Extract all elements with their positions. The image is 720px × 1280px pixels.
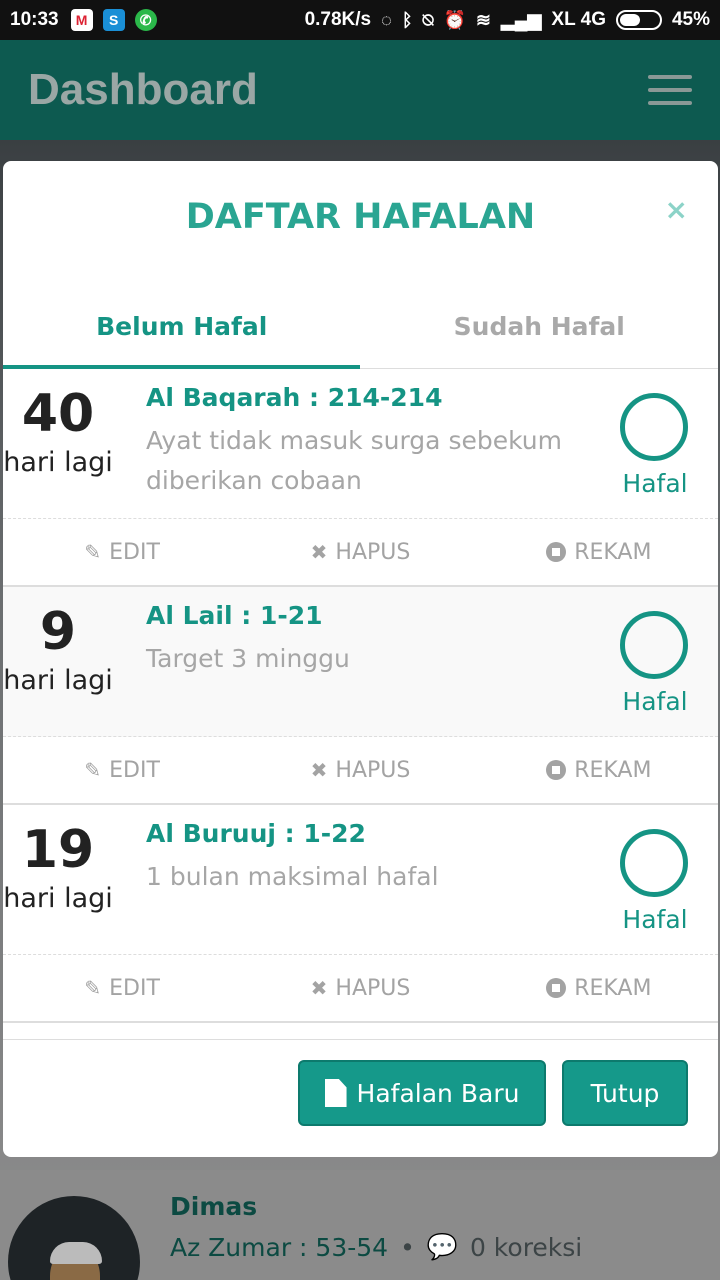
edit-button[interactable]: ✎ EDIT bbox=[3, 540, 241, 565]
list-item: 40 hari lagi Al Baqarah : 214-214 Ayat t… bbox=[3, 369, 718, 587]
surah-range: Al Buruuj : 1-22 bbox=[146, 819, 366, 848]
edit-button[interactable]: ✎ EDIT bbox=[3, 758, 241, 783]
network-speed: 0.78K/s bbox=[304, 9, 372, 30]
hafalan-list: 40 hari lagi Al Baqarah : 214-214 Ayat t… bbox=[3, 369, 718, 1023]
hapus-label: HAPUS bbox=[335, 539, 411, 565]
modal-title: DAFTAR HAFALAN bbox=[185, 197, 536, 237]
skype-icon: S bbox=[102, 9, 125, 31]
list-item-content: 40 hari lagi Al Baqarah : 214-214 Ayat t… bbox=[3, 369, 718, 519]
item-note: 1 bulan maksimal hafal bbox=[146, 862, 439, 891]
avatar bbox=[8, 1196, 140, 1280]
network-type: XL 4G bbox=[551, 9, 606, 30]
battery-level: 45% bbox=[671, 9, 710, 30]
days-label: hari lagi bbox=[3, 447, 113, 479]
edit-label: EDIT bbox=[109, 975, 160, 1001]
edit-icon: ✎ bbox=[84, 976, 102, 1000]
edit-icon: ✎ bbox=[84, 758, 102, 782]
list-item: 19 hari lagi Al Buruuj : 1-22 1 bulan ma… bbox=[3, 805, 718, 1023]
item-actions: ✎ EDIT ✖ HAPUS REKAM bbox=[3, 955, 718, 1021]
profile-subline: Az Zumar : 53-54 • 💬 0 koreksi bbox=[170, 1232, 582, 1262]
days-remaining: 19 hari lagi bbox=[3, 819, 113, 914]
hapus-button[interactable]: ✖ HAPUS bbox=[241, 758, 479, 783]
item-actions: ✎ EDIT ✖ HAPUS REKAM bbox=[3, 519, 718, 585]
new-hafalan-button[interactable]: Hafalan Baru bbox=[298, 1060, 546, 1126]
hafalan-modal: DAFTAR HAFALAN × Belum Hafal Sudah Hafal… bbox=[3, 161, 718, 1157]
rekam-button[interactable]: REKAM bbox=[480, 758, 718, 783]
rekam-button[interactable]: REKAM bbox=[480, 976, 718, 1001]
rekam-button[interactable]: REKAM bbox=[480, 540, 718, 565]
edit-label: EDIT bbox=[109, 757, 160, 783]
modal-footer: Hafalan Baru Tutup bbox=[3, 1039, 718, 1157]
hafal-toggle-circle[interactable] bbox=[620, 611, 688, 679]
hafal-label[interactable]: Hafal bbox=[603, 469, 707, 498]
days-label: hari lagi bbox=[3, 665, 113, 697]
hapus-button[interactable]: ✖ HAPUS bbox=[241, 540, 479, 565]
alarm-icon: ⏰ bbox=[443, 9, 466, 30]
delete-x-icon: ✖ bbox=[310, 758, 328, 782]
profile-row: Dimas Az Zumar : 53-54 • 💬 0 koreksi bbox=[0, 1170, 720, 1280]
page-title: Dashboard bbox=[28, 65, 258, 114]
edit-icon: ✎ bbox=[84, 540, 102, 564]
new-hafalan-label: Hafalan Baru bbox=[356, 1078, 520, 1108]
rekam-label: REKAM bbox=[574, 539, 652, 565]
list-item-content: 9 hari lagi Al Lail : 1-21 Target 3 ming… bbox=[3, 587, 718, 737]
tab-bar: Belum Hafal Sudah Hafal bbox=[3, 283, 718, 369]
hafal-toggle-circle[interactable] bbox=[620, 829, 688, 897]
corrections-count: 0 koreksi bbox=[469, 1232, 583, 1262]
record-stop-icon bbox=[546, 978, 567, 998]
days-label: hari lagi bbox=[3, 883, 113, 915]
file-icon bbox=[324, 1079, 347, 1107]
rekam-label: REKAM bbox=[574, 975, 652, 1001]
tab-belum-hafal[interactable]: Belum Hafal bbox=[3, 283, 361, 369]
surah-range: Al Baqarah : 214-214 bbox=[146, 383, 443, 412]
profile-name: Dimas bbox=[170, 1192, 258, 1221]
delete-x-icon: ✖ bbox=[310, 976, 328, 1000]
edit-label: EDIT bbox=[109, 539, 160, 565]
profile-surah: Az Zumar : 53-54 bbox=[170, 1232, 389, 1262]
status-time: 10:33 bbox=[10, 9, 59, 30]
edit-button[interactable]: ✎ EDIT bbox=[3, 976, 241, 1001]
hamburger-menu-icon[interactable] bbox=[648, 75, 692, 105]
gmail-icon: M bbox=[70, 9, 93, 31]
hafal-toggle-circle[interactable] bbox=[620, 393, 688, 461]
battery-icon bbox=[615, 10, 662, 30]
list-item: 9 hari lagi Al Lail : 1-21 Target 3 ming… bbox=[3, 587, 718, 805]
hafal-label[interactable]: Hafal bbox=[603, 905, 707, 934]
app-bar: Dashboard bbox=[0, 40, 720, 140]
mute-icon: ⍉ bbox=[422, 9, 434, 30]
delete-x-icon: ✖ bbox=[310, 540, 328, 564]
hapus-label: HAPUS bbox=[335, 975, 411, 1001]
record-stop-icon bbox=[546, 542, 567, 562]
surah-range: Al Lail : 1-21 bbox=[146, 601, 323, 630]
item-note: Target 3 minggu bbox=[146, 644, 350, 673]
hapus-label: HAPUS bbox=[335, 757, 411, 783]
signal-icon: ▂▄▆ bbox=[500, 9, 542, 30]
days-count: 9 bbox=[39, 602, 77, 662]
days-remaining: 40 hari lagi bbox=[3, 383, 113, 478]
whatsapp-icon: ✆ bbox=[134, 9, 157, 31]
status-bar: 10:33 M S ✆ 0.78K/s ◌ ᛒ ⍉ ⏰ ≋ ▂▄▆ XL 4G … bbox=[0, 0, 720, 40]
tab-sudah-hafal[interactable]: Sudah Hafal bbox=[361, 283, 719, 369]
days-remaining: 9 hari lagi bbox=[3, 601, 113, 696]
item-note: Ayat tidak masuk surga sebekum diberikan… bbox=[146, 426, 563, 495]
record-stop-icon bbox=[546, 760, 567, 780]
list-item-content: 19 hari lagi Al Buruuj : 1-22 1 bulan ma… bbox=[3, 805, 718, 955]
rekam-label: REKAM bbox=[574, 757, 652, 783]
days-count: 19 bbox=[21, 820, 95, 880]
close-button[interactable]: Tutup bbox=[562, 1060, 688, 1126]
wifi-icon: ≋ bbox=[475, 9, 491, 30]
sync-icon: ◌ bbox=[381, 9, 392, 30]
hafal-label[interactable]: Hafal bbox=[603, 687, 707, 716]
bullet-separator: • bbox=[400, 1232, 415, 1262]
hapus-button[interactable]: ✖ HAPUS bbox=[241, 976, 479, 1001]
bluetooth-icon: ᛒ bbox=[401, 9, 413, 30]
days-count: 40 bbox=[21, 384, 95, 444]
comment-icon: 💬 bbox=[426, 1232, 458, 1261]
close-icon[interactable]: × bbox=[665, 193, 688, 226]
item-actions: ✎ EDIT ✖ HAPUS REKAM bbox=[3, 737, 718, 803]
